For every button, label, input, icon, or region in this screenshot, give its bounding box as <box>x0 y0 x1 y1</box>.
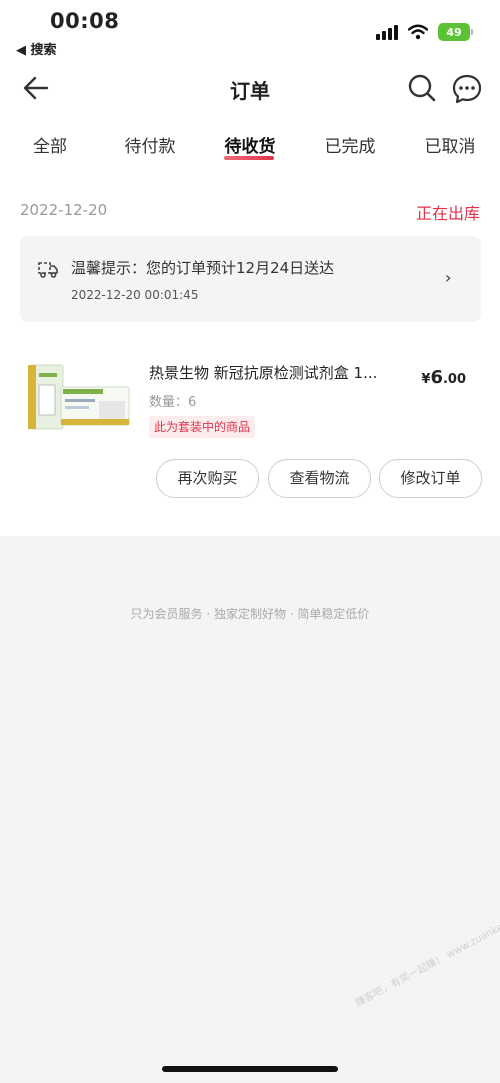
product-price: ¥6.00 <box>421 367 466 388</box>
status-time: 00:08 <box>50 9 120 33</box>
tab-pending-payment[interactable]: 待付款 <box>100 132 200 157</box>
battery-icon: 49 <box>438 23 473 41</box>
product-quantity: 数量：6 <box>149 395 197 410</box>
rebuy-button[interactable]: 再次购买 <box>156 459 259 498</box>
delivery-truck-icon <box>38 262 58 278</box>
tab-cancelled[interactable]: 已取消 <box>400 132 500 157</box>
active-tab-indicator <box>224 156 274 160</box>
view-logistics-button[interactable]: 查看物流 <box>268 459 371 498</box>
order-date: 2022-12-20 <box>20 201 108 219</box>
footer-slogan: 只为会员服务 · 独家定制好物 · 简单稳定低价 <box>130 607 370 621</box>
product-title[interactable]: 热景生物 新冠抗原检测试剂盒 1... <box>149 362 394 383</box>
modify-order-button[interactable]: 修改订单 <box>379 459 482 498</box>
status-indicators: 49 <box>376 23 473 41</box>
signal-icon <box>376 24 398 40</box>
price-integer: 6 <box>430 367 443 388</box>
order-card[interactable]: 2022-12-20 正在出库 温馨提示：您的订单预计12月24日送达 2022… <box>0 182 500 536</box>
order-status: 正在出库 <box>415 204 480 223</box>
watermark-text: 赚客吧，有奖一起赚！ www.zuanke8.com <box>353 907 500 1010</box>
message-icon[interactable] <box>452 74 482 104</box>
wifi-icon <box>408 24 428 40</box>
chevron-right-icon: › <box>445 268 452 287</box>
delivery-notice-time: 2022-12-20 00:01:45 <box>71 288 199 302</box>
delivery-notice-title: 温馨提示：您的订单预计12月24日送达 <box>71 259 335 277</box>
top-section: 00:08 ◀ 搜索 49 订单 全部 待付款 待收货 已完成 已取消 <box>0 0 500 182</box>
order-tabs: 全部 待付款 待收货 已完成 已取消 <box>0 128 500 168</box>
home-indicator[interactable] <box>162 1066 338 1072</box>
product-image[interactable] <box>25 361 133 433</box>
back-to-app-link[interactable]: ◀ 搜索 <box>16 39 57 58</box>
search-icon[interactable] <box>408 74 436 102</box>
tab-all[interactable]: 全部 <box>0 132 100 157</box>
battery-level: 49 <box>446 25 462 39</box>
delivery-notice[interactable]: 温馨提示：您的订单预计12月24日送达 2022-12-20 00:01:45 … <box>20 236 481 322</box>
tab-pending-receipt[interactable]: 待收货 <box>200 132 300 157</box>
price-decimal: .00 <box>442 372 466 387</box>
bundle-tag: 此为套装中的商品 <box>149 416 256 438</box>
tab-completed[interactable]: 已完成 <box>300 132 400 157</box>
